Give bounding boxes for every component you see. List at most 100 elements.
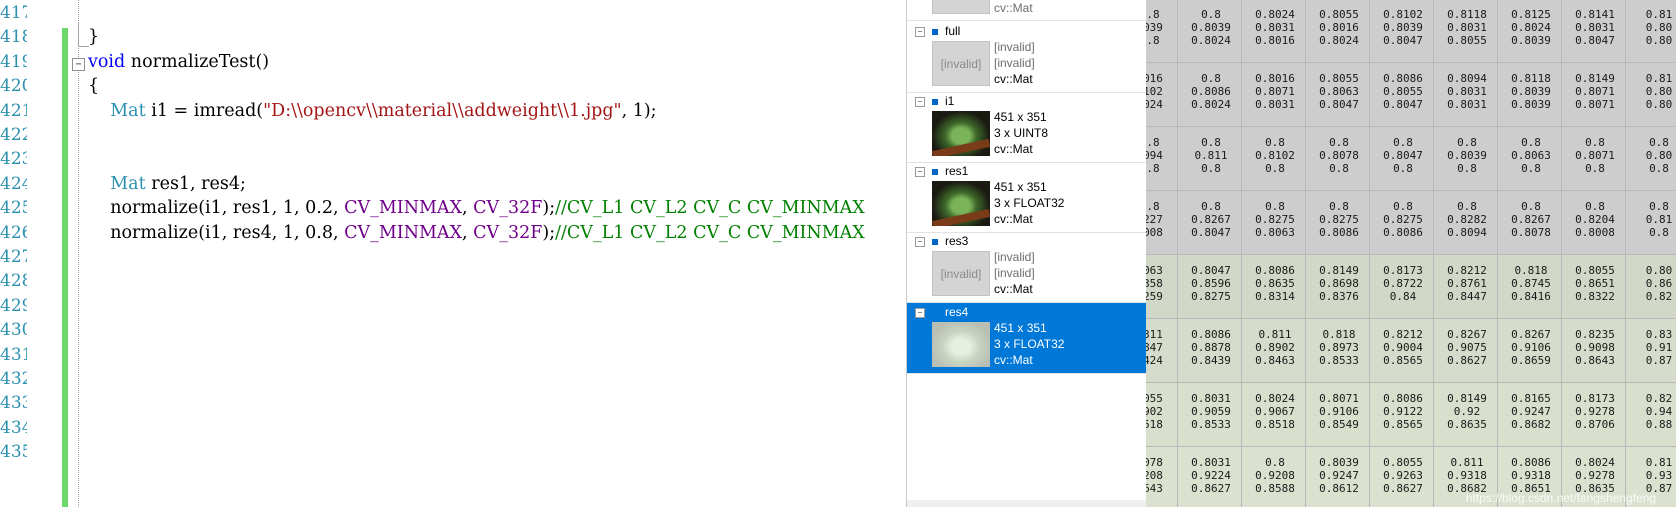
code-line[interactable]: void normalizeTest() [88, 49, 269, 75]
image-thumbnail[interactable]: [invalid] [932, 41, 990, 86]
code-line[interactable]: normalize(i1, res1, 1, 0.2, CV_MINMAX, C… [88, 195, 865, 221]
pixel-value-cell[interactable]: 0.8118 0.8039 0.8039 [1502, 62, 1560, 124]
watch-item-full[interactable]: − full [invalid] [invalid] [invalid] cv::Mat [907, 22, 1147, 93]
channel-value: 0.8 [1201, 200, 1221, 213]
image-thumbnail[interactable] [932, 322, 990, 367]
pixel-value-cell[interactable]: 0.8173 0.8722 0.84 [1374, 254, 1432, 316]
code-line[interactable]: Mat res1, res4; [88, 171, 246, 197]
collapse-icon[interactable]: − [72, 58, 85, 71]
collapse-icon[interactable]: − [915, 167, 925, 177]
image-thumbnail[interactable] [932, 111, 990, 156]
pixel-value-cell[interactable]: 0.8055 0.8016 0.8024 [1310, 0, 1368, 60]
pixel-value-cell[interactable]: 0.8235 0.9098 0.8643 [1566, 318, 1624, 380]
channel-value: 0.8063 [1319, 85, 1359, 98]
channel-value: 0.8039 [1511, 34, 1551, 47]
pixel-value-cell[interactable]: 0.8055 0.8651 0.8322 [1566, 254, 1624, 316]
pixel-value-cell[interactable]: 0.8094 0.8031 0.8031 [1438, 62, 1496, 124]
pixel-value-cell[interactable]: 0.8267 0.9075 0.8627 [1438, 318, 1496, 380]
channel-value: 0.8039 [1383, 21, 1423, 34]
image-thumbnail[interactable]: [invalid] [932, 0, 990, 14]
collapse-icon[interactable]: − [915, 97, 925, 107]
pixel-value-cell[interactable]: 0.8165 0.9247 0.8682 [1502, 382, 1560, 444]
pixel-value-cell[interactable]: 0.8118 0.8031 0.8055 [1438, 0, 1496, 60]
pixel-value-cell[interactable]: 0.8031 0.9059 0.8533 [1182, 382, 1240, 444]
pixel-value-cell[interactable]: 0.8125 0.8024 0.8039 [1502, 0, 1560, 60]
pixel-value-cell[interactable]: 0.83 0.91 0.87 [1630, 318, 1676, 380]
pixel-value-cell[interactable]: 0.8047 0.8596 0.8275 [1182, 254, 1240, 316]
pixel-value-cell[interactable]: 0.8 0.80 0.8 [1630, 126, 1676, 188]
pixel-value-cell[interactable]: 0.8267 0.9106 0.8659 [1502, 318, 1560, 380]
pixel-value-cell[interactable]: 0.8 0.8204 0.8008 [1566, 190, 1624, 252]
image-thumbnail[interactable] [932, 181, 990, 226]
pixel-value-cell[interactable]: 0.8 0.8071 0.8 [1566, 126, 1624, 188]
pixel-data-viewer[interactable]: .8 039.8 0.8 0.8039 0.8024 0.8024 0.8031 0.8016… [1146, 0, 1676, 507]
pixel-value-cell[interactable]: 0.8016 0.8071 0.8031 [1246, 62, 1304, 124]
channel-value: 0.93 [1645, 469, 1673, 482]
pixel-value-cell[interactable]: 0.8141 0.8031 0.8047 [1566, 0, 1624, 60]
pixel-value-cell[interactable]: 0.8086 0.8635 0.8314 [1246, 254, 1304, 316]
pixel-value-cell[interactable]: 0.8 0.8282 0.8094 [1438, 190, 1496, 252]
pixel-value-cell[interactable]: 0.8 0.8102 0.8 [1246, 126, 1304, 188]
pixel-value-cell[interactable]: 0.8055 0.8063 0.8047 [1310, 62, 1368, 124]
code-text: normalize(i1, res1, 1, 0.2, [88, 198, 345, 219]
pixel-value-cell[interactable]: 0.8 0.8275 0.8063 [1246, 190, 1304, 252]
code-editor[interactable]: 417 418 419 420 421 422 423 424 425 426 427 428 429 4… [0, 0, 906, 507]
collapse-icon[interactable]: − [915, 27, 925, 37]
code-line[interactable]: normalize(i1, res4, 1, 0.8, CV_MINMAX, C… [88, 220, 865, 246]
pixel-value-cell[interactable]: 0.8 0.8275 0.8086 [1374, 190, 1432, 252]
watch-item-res4[interactable]: − res4 451 x 351 3 x FLOAT32 cv::Mat [907, 303, 1147, 374]
pixel-value-cell[interactable]: 0.8086 0.9122 0.8565 [1374, 382, 1432, 444]
watch-item-res1[interactable]: − res1 451 x 351 3 x FLOAT32 cv::Mat [907, 162, 1147, 233]
pixel-value-cell[interactable]: 0.818 0.8973 0.8533 [1310, 318, 1368, 380]
pixel-value-cell[interactable]: 0.8102 0.8039 0.8047 [1374, 0, 1432, 60]
pixel-value-cell[interactable]: 0.8 0.8078 0.8 [1310, 126, 1368, 188]
pixel-value-cell[interactable]: 0.8 0.8063 0.8 [1502, 126, 1560, 188]
pixel-value-cell[interactable]: 0.8024 0.9067 0.8518 [1246, 382, 1304, 444]
pixel-value-cell[interactable]: 0.8039 0.9247 0.8612 [1310, 446, 1368, 507]
pixel-value-cell[interactable]: 0.8212 0.9004 0.8565 [1374, 318, 1432, 380]
image-info-line: [invalid] [994, 56, 1035, 70]
pixel-value-cell[interactable]: 0.82 0.94 0.88 [1630, 382, 1676, 444]
pixel-value-cell[interactable]: 0.8173 0.9278 0.8706 [1566, 382, 1624, 444]
collapse-icon[interactable]: − [915, 308, 925, 318]
image-thumbnail[interactable]: [invalid] [932, 251, 990, 296]
channel-value: 0.811 [1194, 149, 1228, 162]
pixel-value-cell[interactable]: 0.8149 0.8698 0.8376 [1310, 254, 1368, 316]
pixel-value-cell[interactable]: 0.8086 0.8878 0.8439 [1182, 318, 1240, 380]
channel-value: 0.818 [1322, 328, 1356, 341]
watch-item-res3[interactable]: − res3 [invalid] [invalid] [invalid] cv::Mat [907, 232, 1147, 303]
code-line[interactable]: { [88, 73, 99, 99]
line-number: 435 [0, 442, 27, 463]
pixel-value-cell[interactable]: 0.8 0.8275 0.8086 [1310, 190, 1368, 252]
pixel-value-cell[interactable]: 0.8 0.8039 0.8024 [1182, 0, 1240, 60]
pixel-value-cell[interactable]: 0.8 0.8267 0.8047 [1182, 190, 1240, 252]
collapse-icon[interactable]: − [915, 237, 925, 247]
pixel-value-cell[interactable]: 0.8 0.81 0.8 [1630, 190, 1676, 252]
watch-item[interactable]: [invalid] [invalid]cv::Mat [907, 0, 1147, 21]
image-watch-panel[interactable]: [invalid][invalid]cv::Mat−full[invalid][… [906, 0, 1147, 507]
channel-value: 0.8314 [1255, 290, 1295, 303]
watch-item-i1[interactable]: − i1 451 x 351 3 x UINT8 cv::Mat [907, 92, 1147, 163]
pixel-value-cell[interactable]: 0.8 0.8047 0.8 [1374, 126, 1432, 188]
pixel-value-cell[interactable]: 0.8 0.8039 0.8 [1438, 126, 1496, 188]
pixel-value-cell[interactable]: 0.8086 0.8055 0.8047 [1374, 62, 1432, 124]
code-line[interactable]: Mat i1 = imread("D:\\opencv\\material\\a… [88, 98, 656, 124]
code-line[interactable]: } [88, 24, 99, 50]
pixel-value-cell[interactable]: 0.8212 0.8761 0.8447 [1438, 254, 1496, 316]
channel-value: 0.8235 [1575, 328, 1615, 341]
pixel-value-cell[interactable]: 0.8024 0.8031 0.8016 [1246, 0, 1304, 60]
pixel-value-cell[interactable]: 0.8071 0.9106 0.8549 [1310, 382, 1368, 444]
pixel-value-cell[interactable]: 0.8149 0.92 0.8635 [1438, 382, 1496, 444]
pixel-value-cell[interactable]: 0.81 0.80 0.80 [1630, 62, 1676, 124]
pixel-value-cell[interactable]: 0.8149 0.8071 0.8071 [1566, 62, 1624, 124]
pixel-value-cell[interactable]: 0.8 0.9208 0.8588 [1246, 446, 1304, 507]
pixel-value-cell[interactable]: 0.811 0.8902 0.8463 [1246, 318, 1304, 380]
pixel-value-cell[interactable]: 0.8 0.8267 0.8078 [1502, 190, 1560, 252]
pixel-value-cell[interactable]: 0.8055 0.9263 0.8627 [1374, 446, 1432, 507]
pixel-value-cell[interactable]: 0.8 0.811 0.8 [1182, 126, 1240, 188]
pixel-value-cell[interactable]: 0.80 0.86 0.82 [1630, 254, 1676, 316]
pixel-value-cell[interactable]: 0.81 0.80 0.80 [1630, 0, 1676, 60]
pixel-value-cell[interactable]: 0.8 0.8086 0.8024 [1182, 62, 1240, 124]
pixel-value-cell[interactable]: 0.818 0.8745 0.8416 [1502, 254, 1560, 316]
pixel-value-cell[interactable]: 0.8031 0.9224 0.8627 [1182, 446, 1240, 507]
